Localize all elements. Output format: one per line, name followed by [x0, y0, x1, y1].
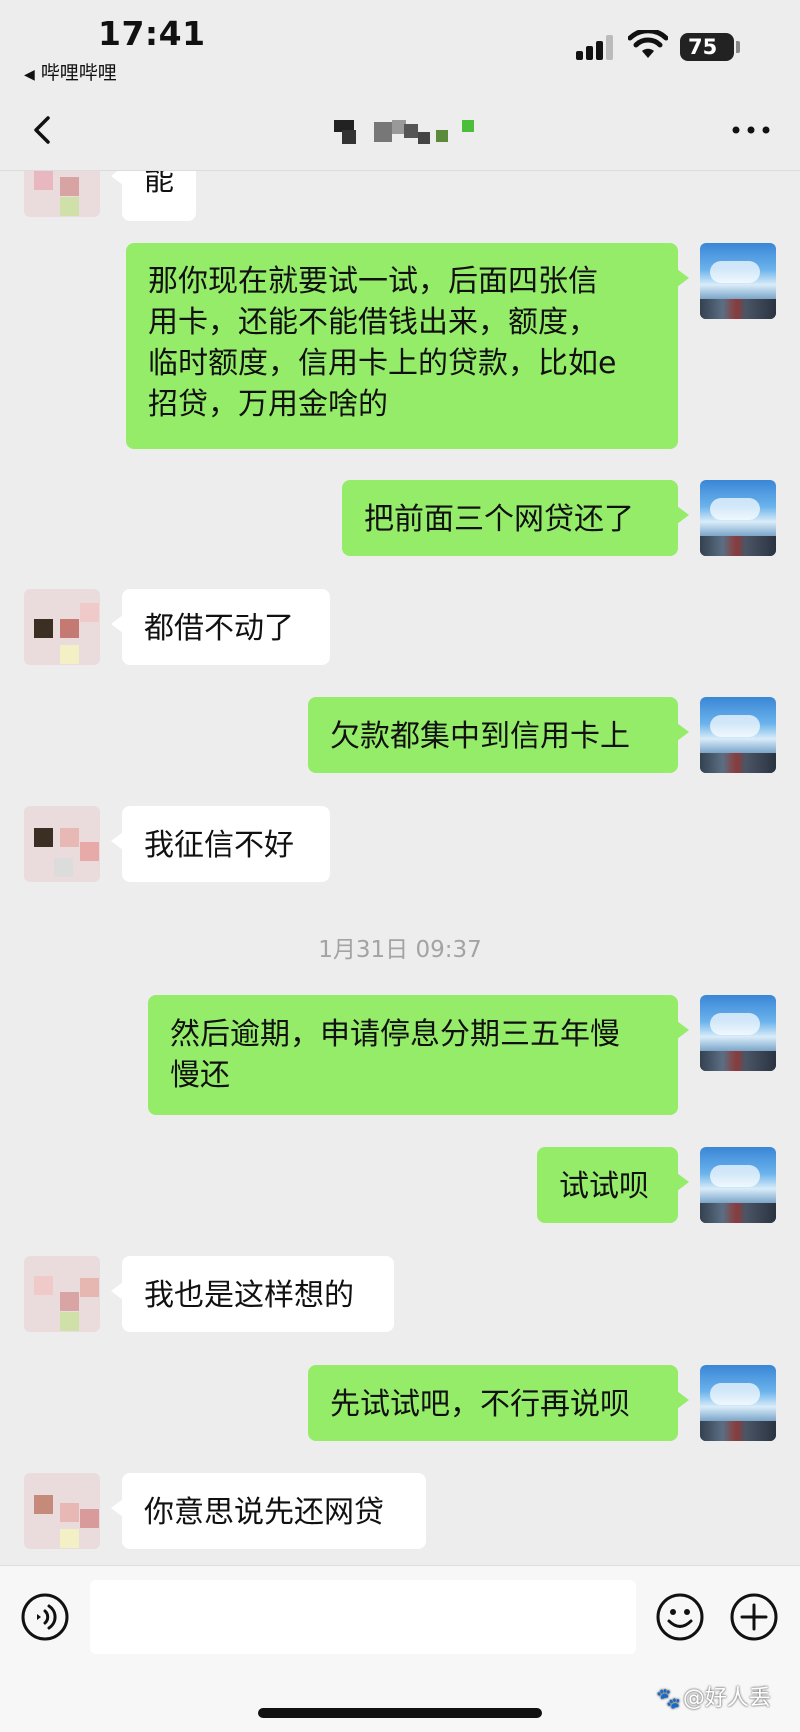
more-dots-icon[interactable] — [726, 112, 776, 148]
chat-messages[interactable]: 能 那你现在就要试一试，后面四张信 用卡，还能不能借钱出来，额度， 临时额度，信… — [0, 171, 800, 1565]
voice-icon[interactable] — [20, 1592, 70, 1642]
message-bubble-sent[interactable]: 试试呗 — [537, 1147, 689, 1223]
my-avatar[interactable] — [700, 243, 776, 319]
message-text: 我征信不好 — [144, 828, 294, 863]
message-bubble-received[interactable]: 你意思说先还网贷 — [111, 1473, 426, 1549]
message-text-line: 然后逾期，申请停息分期三五年慢 — [170, 1017, 620, 1052]
message-text-line: 那你现在就要试一试，后面四张信 — [148, 264, 598, 299]
message-bubble-received[interactable]: 都借不动了 — [111, 589, 330, 665]
message-bubble-received[interactable]: 我征信不好 — [111, 806, 330, 882]
message-text: 我也是这样想的 — [144, 1278, 354, 1313]
message-text-line: 临时额度，信用卡上的贷款，比如e — [148, 346, 617, 381]
battery-icon: 75 — [680, 33, 734, 61]
my-avatar[interactable] — [700, 697, 776, 773]
contact-avatar[interactable] — [24, 589, 100, 665]
message-text: 你意思说先还网贷 — [144, 1495, 384, 1530]
message-bubble-sent[interactable]: 先试试吧，不行再说呗 — [308, 1365, 689, 1441]
back-app-label: 哔哩哔哩 — [40, 62, 117, 84]
contact-avatar[interactable] — [24, 1473, 100, 1549]
chat-timestamp: 1月31日 09:37 — [318, 937, 482, 963]
message-text: 把前面三个网贷还了 — [364, 502, 634, 537]
wifi-icon — [628, 30, 668, 58]
paw-icon: 🐾 — [656, 1686, 681, 1710]
watermark: 🐾@好人丢 — [656, 1680, 771, 1712]
contact-avatar[interactable] — [24, 1256, 100, 1332]
message-text-line: 用卡，还能不能借钱出来，额度， — [148, 305, 598, 340]
message-bubble-sent[interactable]: 欠款都集中到信用卡上 — [308, 697, 689, 773]
back-to-app-link[interactable]: ◀ 哔哩哔哩 — [24, 58, 117, 85]
status-time: 17:41 — [98, 14, 206, 53]
message-bubble-received[interactable]: 能 — [111, 171, 196, 221]
message-text-line: 招贷，万用金啥的 — [148, 387, 388, 422]
battery-tip — [736, 41, 740, 53]
message-bubble-received[interactable]: 我也是这样想的 — [111, 1256, 394, 1332]
message-text: 先试试吧，不行再说呗 — [330, 1387, 630, 1422]
emoji-icon[interactable] — [655, 1592, 705, 1642]
message-bubble-sent[interactable]: 那你现在就要试一试，后面四张信 用卡，还能不能借钱出来，额度， 临时额度，信用卡… — [126, 243, 689, 449]
plus-icon[interactable] — [729, 1592, 779, 1642]
back-triangle-icon: ◀ — [24, 67, 35, 83]
chevron-left-icon[interactable] — [24, 110, 64, 150]
message-text: 都借不动了 — [144, 611, 294, 646]
my-avatar[interactable] — [700, 480, 776, 556]
watermark-text: @好人丢 — [682, 1686, 771, 1711]
chat-header — [0, 92, 800, 171]
status-bar: 17:41 ◀ 哔哩哔哩 75 — [0, 0, 800, 92]
contact-avatar[interactable] — [24, 806, 100, 882]
signal-icon — [576, 34, 618, 60]
contact-avatar[interactable] — [24, 171, 100, 217]
my-avatar[interactable] — [700, 1365, 776, 1441]
message-input[interactable] — [90, 1580, 636, 1654]
message-text-line: 慢还 — [170, 1058, 230, 1093]
my-avatar[interactable] — [700, 1147, 776, 1223]
message-bubble-sent[interactable]: 把前面三个网贷还了 — [342, 480, 689, 556]
message-text: 欠款都集中到信用卡上 — [330, 719, 630, 754]
message-text: 能 — [144, 171, 174, 198]
home-indicator — [258, 1708, 542, 1718]
message-bubble-sent[interactable]: 然后逾期，申请停息分期三五年慢 慢还 — [148, 995, 689, 1115]
contact-name-pixelated — [334, 120, 484, 144]
message-text: 试试呗 — [559, 1169, 649, 1204]
my-avatar[interactable] — [700, 995, 776, 1071]
